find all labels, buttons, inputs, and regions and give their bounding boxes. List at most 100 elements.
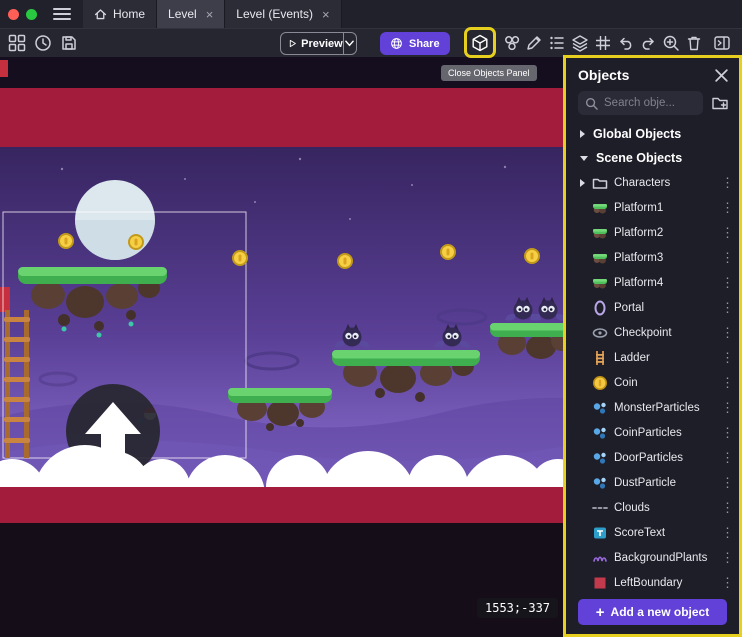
more-options-icon[interactable] (721, 225, 733, 241)
object-thumbnail-icon (592, 575, 608, 591)
object-label: LeftBoundary (614, 577, 721, 589)
more-options-icon[interactable] (721, 425, 733, 441)
redo-icon[interactable] (639, 34, 657, 52)
trash-icon[interactable] (685, 34, 703, 52)
object-row[interactable]: MonsterParticles (566, 395, 739, 420)
undo-icon[interactable] (617, 34, 635, 52)
share-globe-icon (390, 37, 403, 50)
left-boundary-sprite-top[interactable] (0, 60, 8, 77)
hamburger-icon[interactable] (53, 0, 71, 28)
close-tab-icon[interactable] (322, 8, 330, 21)
object-thumbnail-icon (592, 275, 608, 291)
more-options-icon[interactable] (721, 400, 733, 416)
object-label: DustParticle (614, 477, 721, 489)
close-window-button[interactable] (8, 9, 19, 20)
object-row[interactable]: Clouds (566, 495, 739, 520)
object-label: Checkpoint (614, 327, 721, 339)
save-icon[interactable] (60, 34, 78, 52)
group-scene-objects[interactable]: Scene Objects (566, 146, 739, 170)
search-objects-input[interactable] (604, 97, 696, 109)
objects-cube-icon[interactable] (471, 34, 489, 52)
object-label: Platform3 (614, 252, 721, 264)
object-thumbnail-icon (592, 475, 608, 491)
object-label: ScoreText (614, 527, 721, 539)
grid-icon[interactable] (594, 34, 612, 52)
preview-dropdown-button[interactable] (344, 40, 356, 47)
object-row[interactable]: CoinParticles (566, 420, 739, 445)
more-options-icon[interactable] (721, 250, 733, 266)
more-options-icon[interactable] (721, 550, 733, 566)
tab-label: Level (Events) (236, 7, 313, 21)
add-object-button[interactable]: + Add a new object (578, 599, 727, 625)
more-options-icon[interactable] (721, 450, 733, 466)
object-thumbnail-icon (592, 350, 608, 366)
more-options-icon[interactable] (721, 525, 733, 541)
more-options-icon[interactable] (721, 475, 733, 491)
more-options-icon[interactable] (721, 500, 733, 516)
object-label: Coin (614, 377, 721, 389)
object-label: Platform1 (614, 202, 721, 214)
more-options-icon[interactable] (721, 325, 733, 341)
tab-home[interactable]: Home (83, 0, 157, 28)
object-label: Ladder (614, 352, 721, 364)
object-row[interactable]: BackgroundPlants (566, 545, 739, 570)
object-row[interactable]: Platform3 (566, 245, 739, 270)
objects-list: Characters Platform1 Platform2 Platform3… (566, 170, 739, 591)
more-options-icon[interactable] (721, 575, 733, 591)
object-thumbnail-icon (592, 325, 608, 341)
close-tab-icon[interactable] (206, 8, 214, 21)
layers-icon[interactable] (571, 34, 589, 52)
object-row[interactable]: Ladder (566, 345, 739, 370)
object-row[interactable]: Platform1 (566, 195, 739, 220)
chevron-right-icon (580, 130, 585, 138)
object-thumbnail-icon (592, 175, 608, 191)
cursor-coordinates-badge: 1553;-337 (477, 598, 558, 618)
edit-pencil-icon[interactable] (525, 34, 543, 52)
more-options-icon[interactable] (721, 300, 733, 316)
object-row[interactable]: DoorParticles (566, 445, 739, 470)
object-thumbnail-icon (592, 400, 608, 416)
zoom-window-button[interactable] (26, 9, 37, 20)
more-options-icon[interactable] (721, 175, 733, 191)
project-manager-icon[interactable] (8, 34, 26, 52)
history-icon[interactable] (34, 34, 52, 52)
object-row[interactable]: Platform4 (566, 270, 739, 295)
more-options-icon[interactable] (721, 375, 733, 391)
zoom-in-icon[interactable] (662, 34, 680, 52)
preview-button[interactable]: Preview (280, 32, 357, 55)
object-label: CoinParticles (614, 427, 721, 439)
object-row[interactable]: Portal (566, 295, 739, 320)
properties-panel-icon[interactable] (713, 34, 731, 52)
object-row[interactable]: Checkpoint (566, 320, 739, 345)
tab-level[interactable]: Level (157, 0, 225, 28)
more-options-icon[interactable] (721, 200, 733, 216)
group-global-objects[interactable]: Global Objects (566, 122, 739, 146)
object-row[interactable]: Characters (566, 170, 739, 195)
window-tabbar: Home Level Level (Events) (0, 0, 742, 28)
object-groups-icon[interactable] (503, 34, 521, 52)
object-row[interactable]: Coin (566, 370, 739, 395)
object-row[interactable]: Platform2 (566, 220, 739, 245)
object-thumbnail-icon (592, 300, 608, 316)
objects-panel: Objects Global Objects Scene Objects Cha… (563, 55, 742, 637)
object-row[interactable]: ScoreText (566, 520, 739, 545)
more-options-icon[interactable] (721, 275, 733, 291)
traffic-lights (0, 0, 47, 28)
instances-list-icon[interactable] (548, 34, 566, 52)
left-boundary-sprite[interactable] (0, 287, 10, 312)
object-thumbnail-icon (592, 500, 608, 516)
object-thumbnail-icon (592, 525, 608, 541)
more-options-icon[interactable] (721, 350, 733, 366)
object-thumbnail-icon (592, 450, 608, 466)
tab-label: Level (168, 7, 197, 21)
expand-chevron-icon[interactable] (580, 179, 588, 187)
tab-level-events[interactable]: Level (Events) (225, 0, 341, 28)
object-row[interactable]: DustParticle (566, 470, 739, 495)
add-object-label: Add a new object (611, 605, 710, 619)
add-folder-icon[interactable] (711, 94, 729, 112)
object-row[interactable]: LeftBoundary (566, 570, 739, 591)
share-button[interactable]: Share (380, 32, 450, 55)
search-icon (585, 97, 598, 110)
objects-panel-title: Objects (578, 67, 629, 83)
close-panel-icon[interactable] (714, 68, 729, 83)
